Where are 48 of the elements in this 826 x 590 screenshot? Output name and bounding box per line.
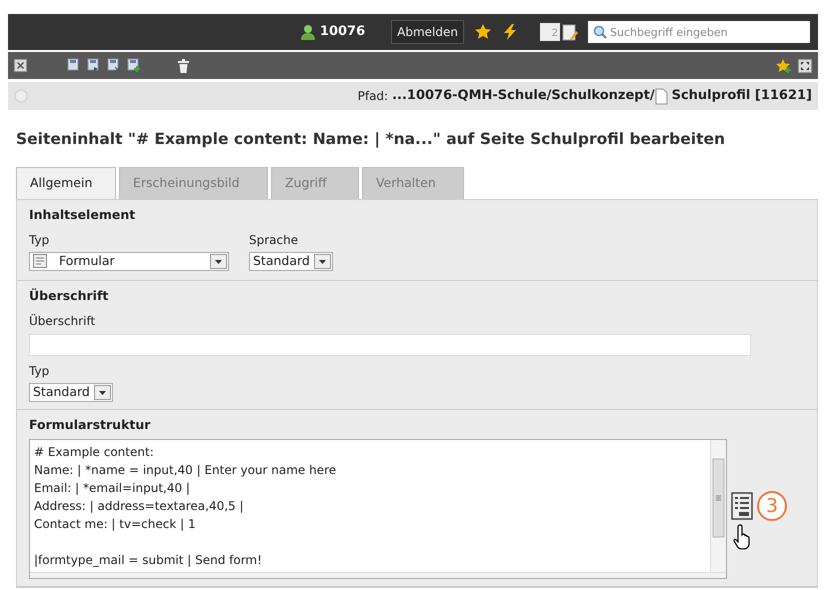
- code-line: Email: | *email=input,40 |: [34, 480, 191, 497]
- select-field[interactable]: Standard: [249, 252, 333, 271]
- save-close-icon[interactable]: [107, 58, 121, 73]
- field-label: Typ: [29, 363, 50, 380]
- select-value: Formular: [59, 252, 116, 270]
- scroll-thumb[interactable]: [712, 458, 725, 538]
- section-heading: Überschrift: [29, 287, 110, 306]
- path-label: Pfad:: [358, 88, 388, 105]
- save-new-icon[interactable]: [127, 58, 141, 73]
- tab[interactable]: Allgemein: [16, 167, 116, 199]
- vertical-scrollbar[interactable]: [710, 440, 726, 572]
- form-wizard-icon[interactable]: [731, 492, 753, 520]
- section-heading: Inhaltselement: [29, 206, 136, 224]
- star-icon[interactable]: [474, 23, 492, 41]
- page-title: Seiteninhalt "# Example content: Name: | *na..." auf Seite Schulprofil bearbeiten: [16, 129, 726, 150]
- path-trail[interactable]: ...10076-QMH-Schule/Schulkonzept/: [392, 86, 655, 106]
- select-value: Standard: [253, 252, 310, 270]
- select-value: Standard: [33, 383, 90, 402]
- code-line: Address: | address=textarea,40,5 |: [34, 498, 245, 515]
- field-label: Überschrift: [29, 313, 96, 330]
- lightning-icon[interactable]: [502, 23, 518, 41]
- user-id[interactable]: 10076: [320, 22, 366, 42]
- section-heading: Formularstruktur: [29, 416, 152, 434]
- user-icon: [300, 24, 316, 40]
- page-name[interactable]: Schulprofil [11621]: [672, 86, 812, 106]
- code-line: # Example content:: [34, 444, 155, 461]
- step-number: 3: [757, 490, 787, 521]
- save-view-icon[interactable]: [87, 58, 101, 73]
- fullscreen-icon[interactable]: [798, 58, 812, 72]
- form-icon: [33, 254, 47, 268]
- page-icon: [654, 88, 668, 104]
- select-field[interactable]: Formular: [29, 252, 229, 271]
- code-line: Name: | *name = input,40 | Enter your name here: [34, 462, 338, 479]
- search-field[interactable]: Suchbegriff eingeben: [588, 21, 810, 43]
- notepad-icon[interactable]: [562, 23, 578, 41]
- horizontal-scrollbar[interactable]: [30, 572, 726, 578]
- trash-icon[interactable]: [177, 58, 190, 72]
- code-line: |formtype_mail = submit | Send form!: [34, 552, 263, 569]
- select-field[interactable]: Standard: [29, 383, 113, 402]
- save-icon[interactable]: [67, 58, 81, 73]
- close-icon[interactable]: [14, 59, 27, 72]
- field-label: Typ: [29, 232, 50, 249]
- logout-button[interactable]: Abmelden: [391, 20, 464, 44]
- text-input[interactable]: [29, 334, 751, 356]
- code-line: Contact me: | tv=check | 1: [34, 516, 197, 533]
- star-add-icon[interactable]: [775, 58, 792, 74]
- code-textarea[interactable]: # Example content: Name: | *name = input,40 | Enter your name here Email: | *email=input,40 | Address: | address=textarea,40,5 | Contact me: | tv=check | 1 |formtype_mail = submit | Send form!: [29, 438, 727, 579]
- field-label: Sprache: [249, 232, 300, 249]
